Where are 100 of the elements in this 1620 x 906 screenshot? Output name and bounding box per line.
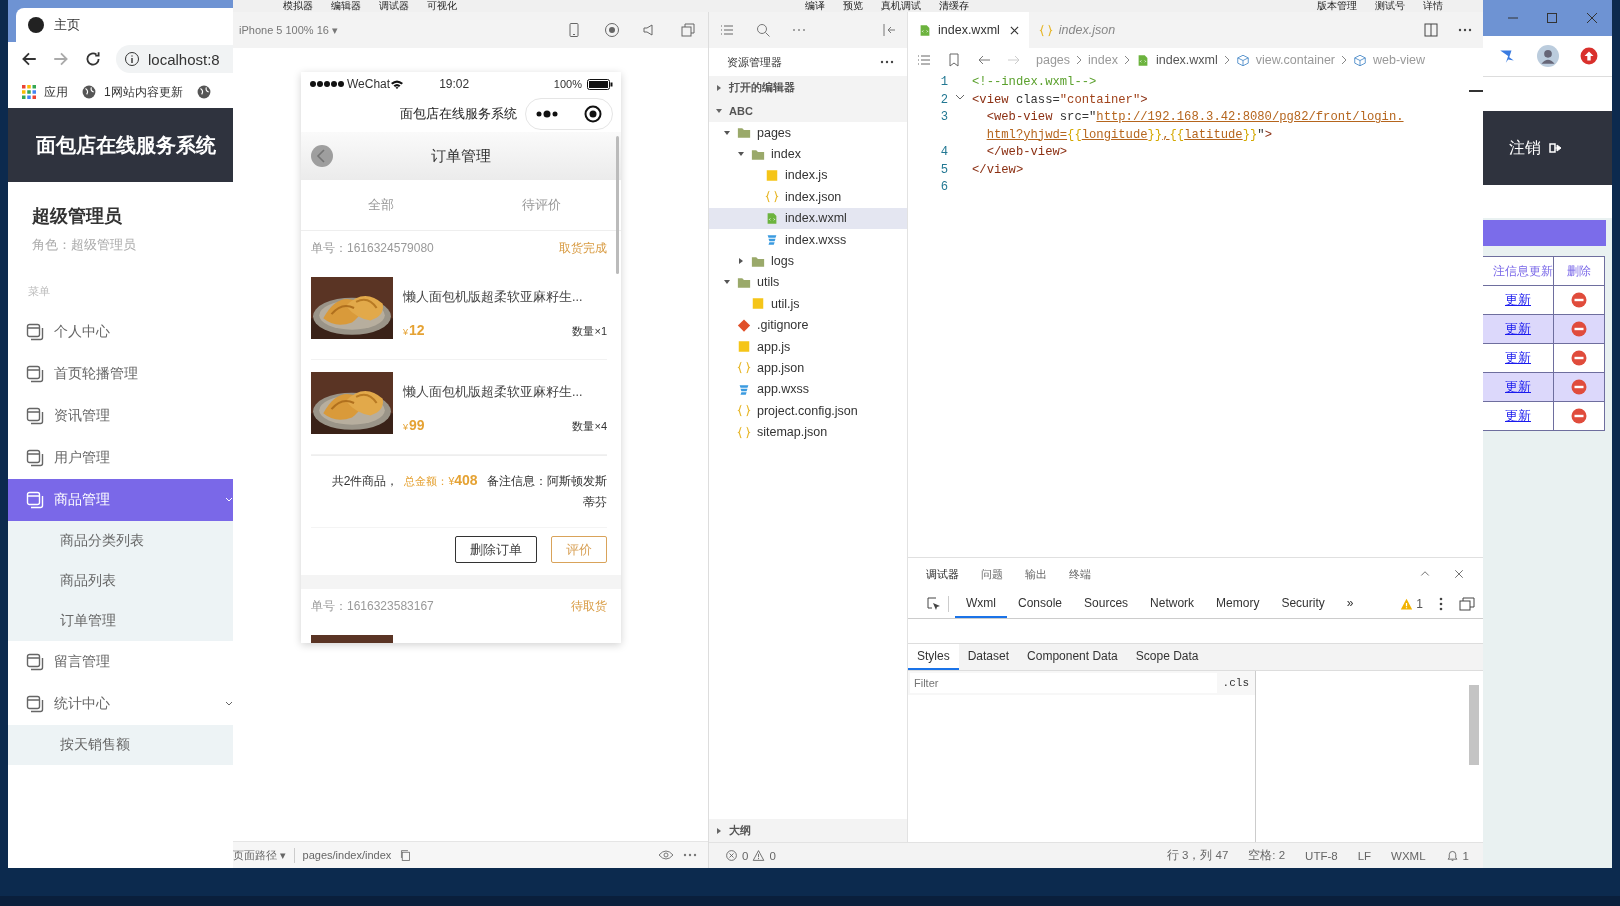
cls-toggle[interactable]: .cls (1222, 677, 1249, 689)
back-icon[interactable] (20, 50, 38, 68)
list-icon[interactable] (916, 52, 932, 68)
split-editor-icon[interactable] (1423, 22, 1439, 38)
status-item[interactable]: WXML (1391, 849, 1426, 862)
copy-icon[interactable] (399, 848, 413, 862)
update-link[interactable]: 更新 (1505, 408, 1531, 423)
bookmark-link[interactable]: 应用 (44, 83, 68, 101)
dock-icon[interactable] (1459, 596, 1475, 612)
sidebar-item[interactable]: 个人中心 (8, 311, 233, 353)
file-tree-item[interactable]: utils (709, 271, 907, 294)
update-link[interactable]: 更新 (1505, 321, 1531, 336)
styles-tab[interactable]: Dataset (958, 644, 1019, 670)
devtools-tab[interactable]: Network (1139, 590, 1206, 618)
panel-tab[interactable]: 问题 (981, 566, 1003, 582)
logout-icon[interactable] (1549, 142, 1563, 154)
status-item[interactable]: 行 3，列 47 (1166, 848, 1229, 863)
delete-icon[interactable] (1571, 379, 1587, 395)
submenu-item[interactable]: 按天销售额 (8, 725, 233, 765)
styles-tab[interactable]: Component Data (1018, 644, 1127, 670)
record-icon[interactable] (604, 22, 620, 38)
inspect-icon[interactable] (926, 596, 942, 612)
maximize-icon[interactable] (1546, 12, 1559, 24)
explorer-section[interactable]: ABC (709, 99, 907, 122)
panel-tab[interactable]: 终端 (1069, 566, 1091, 582)
menu-item[interactable]: 可视化 (427, 0, 457, 12)
file-tree-item[interactable]: app.wxss (709, 378, 907, 401)
file-tree-item[interactable]: .gitignore (709, 314, 907, 336)
update-link[interactable]: 更新 (1505, 292, 1531, 307)
status-item[interactable]: LF (1357, 849, 1372, 862)
file-tree-item[interactable]: project.config.json (709, 400, 907, 422)
toolbar-action[interactable]: 编译 (805, 0, 825, 12)
explorer-section[interactable]: 打开的编辑器 (709, 76, 907, 99)
update-icon[interactable] (1579, 47, 1598, 65)
styles-tab[interactable]: Styles (908, 644, 959, 670)
address-bar[interactable]: localhost:8 (116, 45, 233, 73)
apps-grid-icon[interactable] (22, 85, 36, 99)
sidebar-item[interactable]: 用户管理 (8, 437, 233, 479)
styles-tab[interactable]: Scope Data (1126, 644, 1208, 670)
file-tree-item[interactable]: index.wxml (709, 207, 907, 229)
bell-icon[interactable] (1445, 849, 1459, 862)
file-tree-item[interactable]: index.json (709, 186, 907, 208)
delete-icon[interactable] (1571, 408, 1587, 424)
file-tree-item[interactable]: logs (709, 250, 907, 272)
sidebar-item[interactable]: 商品管理 (8, 479, 233, 521)
toolbar-action[interactable]: 清缓存 (939, 0, 969, 12)
menu-item[interactable]: 模拟器 (283, 0, 313, 12)
page-path-selector[interactable]: 页面路径 ▾ (233, 847, 295, 863)
file-tree-item[interactable]: index (709, 143, 907, 165)
file-tree-item[interactable]: pages (709, 122, 907, 144)
file-tree-item[interactable]: index.wxss (709, 228, 907, 251)
update-link[interactable]: 更新 (1505, 379, 1531, 394)
editor-tab[interactable]: index.wxml (908, 12, 1029, 48)
avatar-icon[interactable] (1536, 45, 1559, 67)
devtools-tab[interactable]: Console (1007, 590, 1074, 618)
sidebar-item[interactable]: 资讯管理 (8, 395, 233, 437)
file-tree-item[interactable]: sitemap.json (709, 421, 907, 443)
delete-icon[interactable] (1571, 321, 1587, 337)
file-tree-item[interactable]: util.js (709, 293, 907, 315)
bookmark-icon[interactable] (946, 52, 962, 68)
collapse-panel-icon[interactable] (881, 22, 897, 38)
browser-tab[interactable]: 主页 (16, 8, 233, 42)
update-link[interactable]: 更新 (1505, 350, 1531, 365)
delete-order-button[interactable]: 删除订单 (455, 536, 537, 563)
reload-icon[interactable] (84, 50, 102, 68)
file-tree-item[interactable]: index.js (709, 164, 907, 187)
phone-icon[interactable] (566, 22, 582, 38)
error-icon[interactable] (725, 849, 738, 862)
delete-icon[interactable] (1571, 292, 1587, 308)
menu-item[interactable]: 调试器 (379, 0, 409, 12)
submenu-item[interactable]: 商品分类列表 (8, 521, 233, 561)
search-icon[interactable] (755, 22, 771, 38)
sidebar-item[interactable]: 首页轮播管理 (8, 353, 233, 395)
sidebar-item[interactable]: 留言管理 (8, 641, 233, 683)
toolbar-action[interactable]: 详情 (1423, 0, 1443, 12)
filter-field[interactable]: Filter (910, 673, 1217, 693)
status-item[interactable]: UTF-8 (1305, 849, 1338, 862)
bookmark-link[interactable]: 1网站内容更新 (104, 83, 183, 101)
toolbar-action[interactable]: 测试号 (1375, 0, 1405, 12)
sidebar-item[interactable]: 统计中心 (8, 683, 233, 725)
file-tree-item[interactable]: app.js (709, 335, 907, 358)
list-icon[interactable] (719, 22, 735, 38)
eye-icon[interactable] (658, 847, 674, 863)
status-item[interactable]: 空格: 2 (1248, 848, 1286, 863)
windows-icon[interactable] (680, 22, 696, 38)
toolbar-action[interactable]: 真机调试 (881, 0, 921, 12)
panel-tab[interactable]: 调试器 (926, 566, 959, 582)
menu-item[interactable]: 编辑器 (331, 0, 361, 12)
warning-icon[interactable] (752, 849, 766, 862)
devtools-tab[interactable]: Wxml (955, 590, 1007, 618)
forward-icon[interactable] (52, 50, 70, 68)
device-selector[interactable]: iPhone 5 100% 16 ▾ (239, 23, 338, 37)
toolbar-action[interactable]: 版本管理 (1317, 0, 1357, 12)
submenu-item[interactable]: 商品列表 (8, 561, 233, 601)
logout-link[interactable]: 注销 (1509, 137, 1541, 159)
delete-icon[interactable] (1571, 350, 1587, 366)
outline-section[interactable]: 大纲 (709, 819, 907, 842)
toolbar-action[interactable]: 预览 (843, 0, 863, 12)
devtools-tab[interactable]: Memory (1205, 590, 1271, 618)
file-tree-item[interactable]: app.json (709, 357, 907, 379)
